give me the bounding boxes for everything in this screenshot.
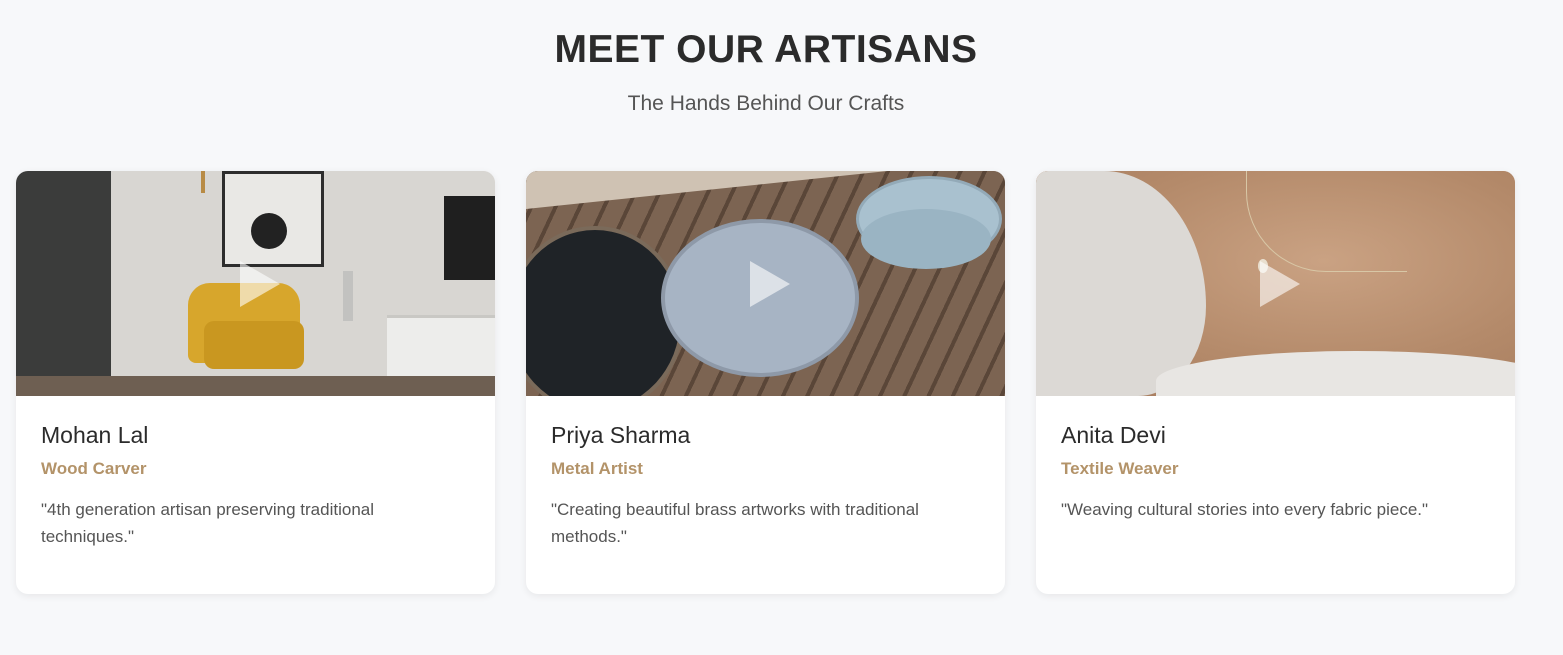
artisan-role: Metal Artist — [551, 459, 643, 478]
artisan-name: Anita Devi — [1061, 422, 1166, 448]
artisan-video-thumbnail[interactable] — [1036, 171, 1515, 396]
artisan-role: Wood Carver — [41, 459, 147, 478]
artisan-quote: "Creating beautiful brass artworks with … — [551, 500, 919, 546]
artisan-quote: "Weaving cultural stories into every fab… — [1061, 500, 1429, 519]
artisan-quote: "4th generation artisan preserving tradi… — [41, 500, 375, 546]
artisan-video-thumbnail[interactable] — [526, 171, 1005, 396]
artisan-card-anita-devi: Anita Devi Textile Weaver "Weaving cultu… — [1036, 171, 1515, 594]
artisan-card-mohan-lal: Mohan Lal Wood Carver "4th generation ar… — [16, 171, 495, 594]
artisan-card-body: Anita Devi Textile Weaver "Weaving cultu… — [1036, 396, 1515, 523]
artisan-video-thumbnail[interactable] — [16, 171, 495, 396]
artisans-section: MEET OUR ARTISANS The Hands Behind Our C… — [0, 0, 1563, 655]
section-subtitle: The Hands Behind Our Crafts — [627, 92, 905, 115]
artisan-name: Mohan Lal — [41, 422, 149, 448]
artisan-role: Textile Weaver — [1061, 459, 1179, 478]
artisan-card-body: Mohan Lal Wood Carver "4th generation ar… — [16, 396, 495, 550]
artisan-name: Priya Sharma — [551, 422, 691, 448]
artisan-card-body: Priya Sharma Metal Artist "Creating beau… — [526, 396, 1005, 550]
artisan-card-priya-sharma: Priya Sharma Metal Artist "Creating beau… — [526, 171, 1005, 594]
play-icon[interactable] — [239, 260, 280, 307]
play-icon[interactable] — [1259, 260, 1300, 307]
section-title: MEET OUR ARTISANS — [554, 28, 978, 71]
play-icon[interactable] — [749, 260, 790, 307]
artisan-cards: Mohan Lal Wood Carver "4th generation ar… — [16, 171, 1515, 594]
